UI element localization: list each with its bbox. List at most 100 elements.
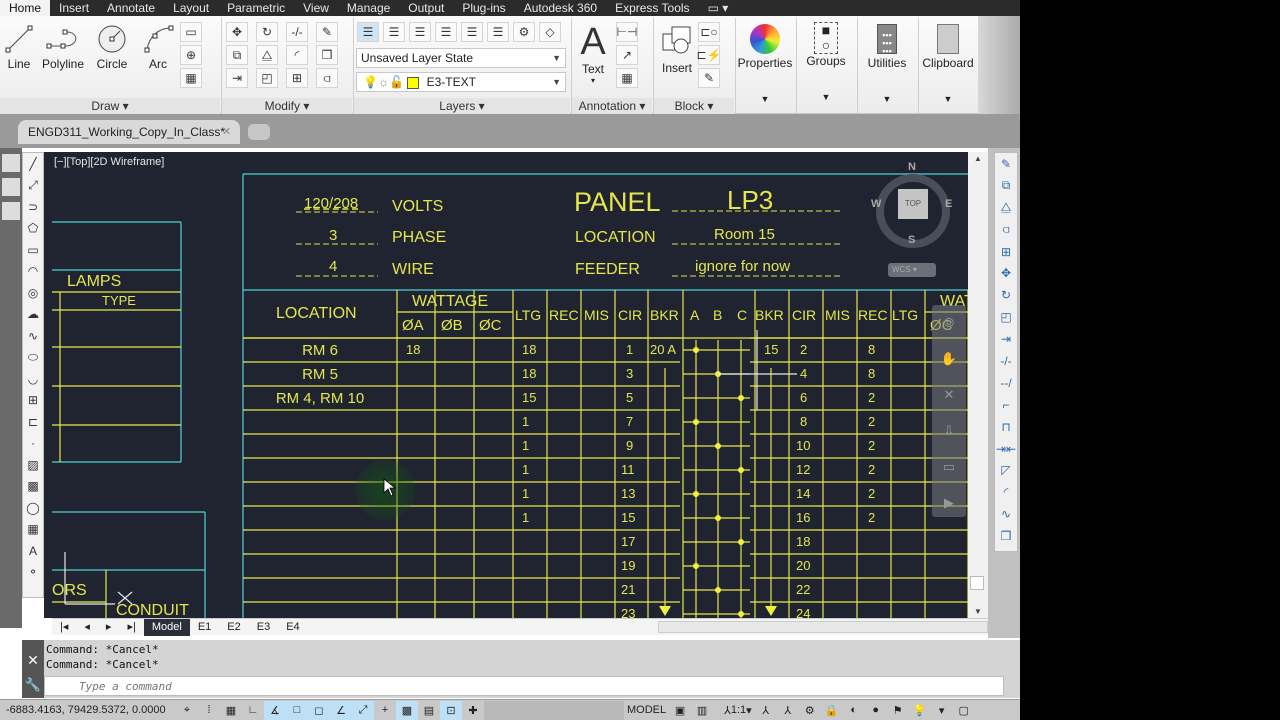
annotation-visibility-icon[interactable]: ⅄ bbox=[755, 701, 777, 720]
wcs-menu[interactable]: WCS ▾ bbox=[888, 263, 936, 277]
annotation-panel-label[interactable]: Annotation ▾ bbox=[572, 98, 652, 114]
ellipse-arc-icon[interactable]: ◡ bbox=[23, 368, 43, 390]
erase-icon[interactable]: ✎ bbox=[316, 22, 338, 42]
transparency-icon[interactable]: ▤ bbox=[418, 701, 440, 720]
hardware-acceleration-icon[interactable]: ◐ bbox=[843, 701, 865, 720]
snap-mode-icon[interactable]: ⁞ bbox=[198, 701, 220, 720]
ortho-mode-icon[interactable]: ∟ bbox=[242, 701, 264, 720]
chamfer-icon[interactable]: ◸ bbox=[995, 459, 1017, 481]
status-tray-icon[interactable]: ⚑ bbox=[887, 701, 909, 720]
next-layout-button[interactable]: ▸ bbox=[98, 619, 120, 636]
dimension-icon[interactable]: ⊢⊣ bbox=[616, 22, 638, 42]
stretch-icon[interactable]: ⇥ bbox=[995, 328, 1017, 350]
copy-icon[interactable]: ⧉ bbox=[995, 175, 1017, 197]
move-icon[interactable]: ✥ bbox=[995, 262, 1017, 284]
horizontal-scrollbar[interactable] bbox=[658, 621, 988, 633]
polygon-icon[interactable]: ⬠ bbox=[23, 218, 43, 240]
ribbon-tab-view[interactable]: View bbox=[294, 0, 338, 16]
arc-icon[interactable]: ◠ bbox=[23, 261, 43, 283]
clipboard-button[interactable]: Clipboard ▼ bbox=[919, 22, 977, 114]
multiline-text-icon[interactable]: A bbox=[23, 540, 43, 562]
make-current-icon[interactable]: ☰ bbox=[409, 22, 431, 42]
join-icon[interactable]: ⇥⇤ bbox=[995, 438, 1017, 460]
3d-object-snap-icon[interactable]: ◻ bbox=[308, 700, 330, 720]
modify-panel-label[interactable]: Modify ▾ bbox=[222, 98, 352, 114]
utilities-button[interactable]: ▪▪▪ ▪▪▪ ▪▪▪ Utilities ▼ bbox=[858, 22, 916, 114]
insert-block-icon[interactable]: ⊞ bbox=[23, 390, 43, 412]
vertical-scrollbar[interactable]: ▲ ▼ bbox=[968, 152, 988, 618]
status-menu-icon[interactable]: ▾ bbox=[931, 701, 953, 720]
leader-icon[interactable]: ↗ bbox=[616, 45, 638, 65]
table-icon[interactable]: ▦ bbox=[616, 68, 638, 88]
rectangle-icon[interactable]: ▭ bbox=[180, 22, 202, 42]
circle-button[interactable]: Circle bbox=[94, 24, 130, 71]
offset-icon[interactable]: ⫏ bbox=[995, 219, 1017, 241]
infer-constraints-icon[interactable]: ⌖ bbox=[176, 701, 198, 720]
polyline-button[interactable]: Polyline bbox=[40, 24, 86, 71]
layer-dropdown[interactable]: 💡☼🔓 E3-TEXT ▼ bbox=[356, 72, 566, 92]
close-command-icon[interactable]: ✕ bbox=[22, 652, 44, 669]
fillet-icon[interactable]: ◜ bbox=[286, 45, 308, 65]
command-input[interactable] bbox=[44, 676, 1004, 696]
fillet-icon[interactable]: ◜ bbox=[995, 481, 1017, 503]
ribbon-tab-autodesk-360[interactable]: Autodesk 360 bbox=[515, 0, 606, 16]
ribbon-tab-express-tools[interactable]: Express Tools bbox=[606, 0, 698, 16]
file-tab[interactable]: ENGD311_Working_Copy_In_Class* bbox=[18, 120, 240, 144]
scale-icon[interactable]: ◰ bbox=[256, 68, 278, 88]
groups-button[interactable]: ■ ○ Groups ▼ bbox=[797, 22, 855, 114]
move-icon[interactable]: ✥ bbox=[226, 22, 248, 42]
layers-dock-icon[interactable] bbox=[2, 202, 20, 220]
rotate-icon[interactable]: ↻ bbox=[995, 284, 1017, 306]
workspace-gear-icon[interactable]: ⚙ bbox=[799, 701, 821, 720]
erase-icon[interactable]: ✎ bbox=[995, 153, 1017, 175]
add-selected-icon[interactable]: ⚬ bbox=[23, 562, 43, 584]
annotation-scale-button[interactable]: ⅄ 1:1 ▾ bbox=[721, 701, 755, 720]
create-block-icon[interactable]: ⊏○ bbox=[698, 22, 720, 42]
auto-scale-icon[interactable]: ⅄ bbox=[777, 701, 799, 720]
layer-state-dropdown[interactable]: Unsaved Layer State ▼ bbox=[356, 48, 566, 68]
layer-icon[interactable]: ☰ bbox=[383, 22, 405, 42]
hatch-icon[interactable]: ▦ bbox=[180, 68, 202, 88]
scroll-thumb[interactable] bbox=[970, 576, 984, 590]
new-tab-button[interactable] bbox=[248, 124, 270, 140]
explode-icon[interactable]: ❒ bbox=[316, 45, 338, 65]
ribbon-tab-manage[interactable]: Manage bbox=[338, 0, 399, 16]
revision-cloud-icon[interactable]: ☁ bbox=[23, 304, 43, 326]
edit-block-icon[interactable]: ⊏⚡ bbox=[697, 45, 722, 65]
viewcube-top-face[interactable]: TOP bbox=[898, 189, 928, 219]
make-block-icon[interactable]: ⊏ bbox=[23, 411, 43, 433]
workspace-toggle-icon[interactable]: ▭ ▾ bbox=[699, 0, 738, 16]
insert-button[interactable]: Insert bbox=[658, 24, 696, 75]
selection-cycling-icon[interactable]: ✚ bbox=[462, 701, 484, 720]
polar-tracking-icon[interactable]: ∡ bbox=[264, 700, 286, 720]
mirror-icon[interactable]: ⧋ bbox=[256, 45, 278, 65]
array-icon[interactable]: ⊞ bbox=[286, 68, 308, 88]
ribbon-tab-annotate[interactable]: Annotate bbox=[98, 0, 164, 16]
prev-layout-button[interactable]: ◂ bbox=[76, 619, 98, 636]
trim-icon[interactable]: -/- bbox=[995, 350, 1017, 372]
last-layout-button[interactable]: ▸| bbox=[119, 619, 143, 636]
isolate-objects-icon[interactable]: ● bbox=[865, 701, 887, 720]
first-layout-button[interactable]: |◂ bbox=[52, 619, 76, 636]
clean-screen-icon[interactable]: 💡 bbox=[909, 701, 931, 720]
layout-tab-e3[interactable]: E3 bbox=[249, 619, 278, 636]
lock-ui-icon[interactable]: 🔒 bbox=[821, 701, 843, 720]
ribbon-tab-output[interactable]: Output bbox=[399, 0, 453, 16]
ribbon-tab-plug-ins[interactable]: Plug-ins bbox=[453, 0, 514, 16]
trim-icon[interactable]: -/- bbox=[286, 22, 308, 42]
layer-off-icon[interactable]: ◇ bbox=[539, 22, 561, 42]
layout-tab-e2[interactable]: E2 bbox=[219, 619, 248, 636]
ellipse-icon[interactable]: ⊕ bbox=[180, 45, 202, 65]
quick-view-layouts-icon[interactable]: ▣ bbox=[669, 701, 691, 720]
block-panel-label[interactable]: Block ▾ bbox=[654, 98, 734, 114]
drawing-canvas[interactable]: 120/208 VOLTS 3 PHASE 4 WIRE PANEL LP3 LOCATION R… bbox=[44, 152, 968, 618]
object-snap-tracking-icon[interactable]: ∠ bbox=[330, 700, 352, 720]
dynamic-ucs-icon[interactable]: ⤢ bbox=[352, 700, 374, 720]
fullscreen-icon[interactable]: ▢ bbox=[953, 701, 975, 720]
ribbon-tab-layout[interactable]: Layout bbox=[164, 0, 218, 16]
close-tab-icon[interactable]: ✕ bbox=[222, 120, 231, 144]
layout-tab-e4[interactable]: E4 bbox=[278, 619, 307, 636]
object-snap-icon[interactable]: □ bbox=[286, 700, 308, 720]
table-icon[interactable]: ▦ bbox=[23, 519, 43, 541]
quick-view-drawings-icon[interactable]: ▥ bbox=[691, 701, 713, 720]
